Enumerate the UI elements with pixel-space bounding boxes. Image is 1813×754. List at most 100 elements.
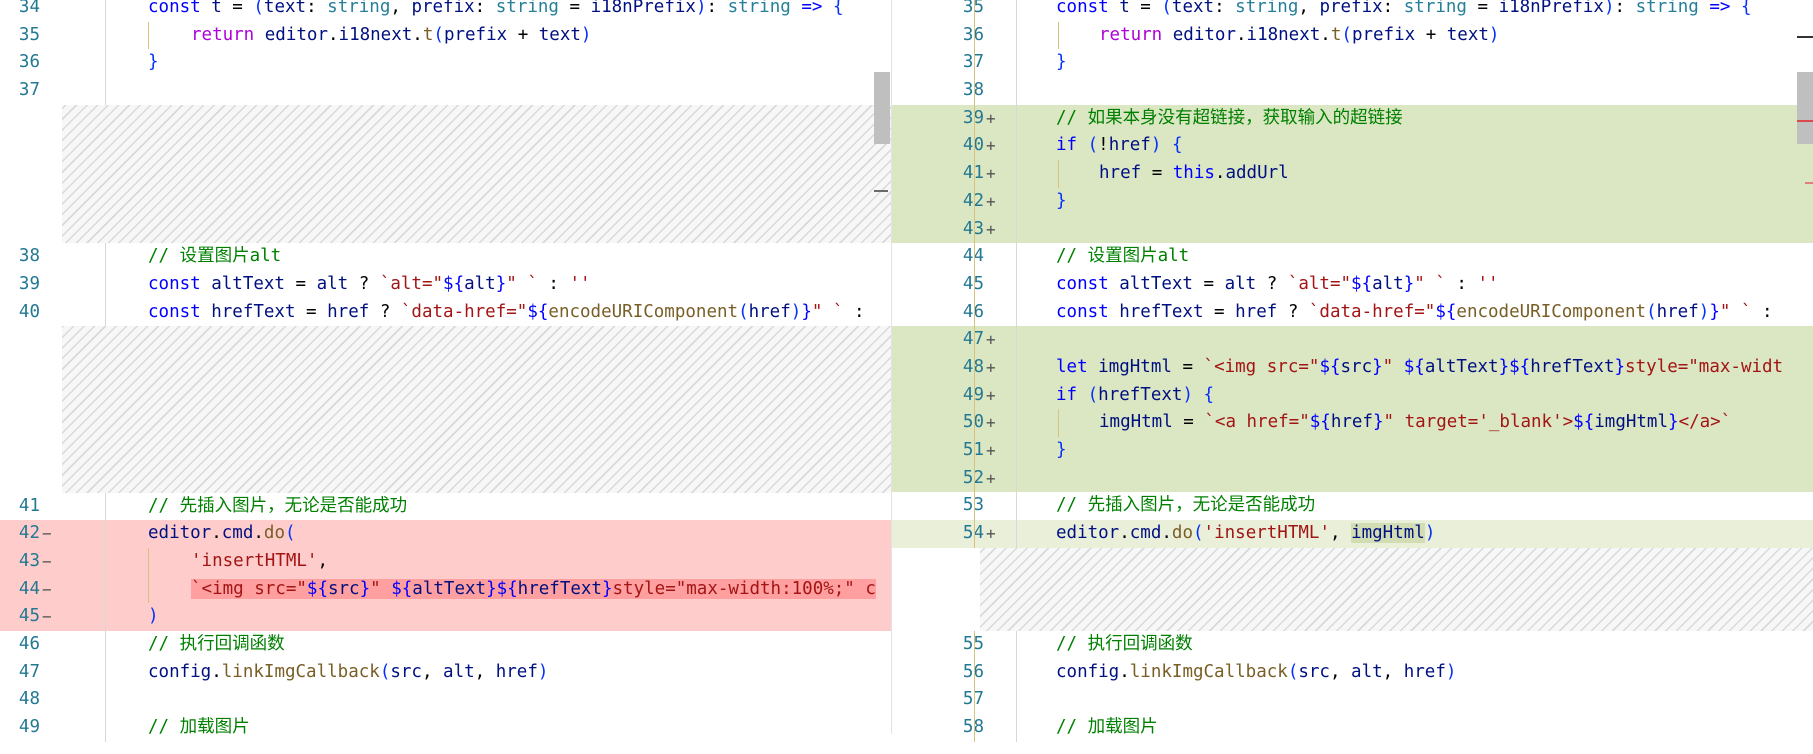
inserted-line[interactable]: 41+ href = this.addUrl [892,160,1813,188]
code-token: config [1056,661,1120,682]
code-line[interactable]: 37 [0,77,892,105]
code-token: , [421,661,444,682]
code-token: ${ [1403,356,1425,377]
code-line[interactable]: 36} [0,49,892,78]
code-token: style="max-width:100%;" c [612,578,876,599]
code-token: t [422,24,434,45]
inserted-line[interactable]: 39+ // 如果本身没有超链接，获取输入的超链接 [892,104,1813,133]
code-token: ? [348,273,380,294]
deleted-line[interactable]: 44− `<img src="${src}" ${altText}${hrefTe… [0,575,892,604]
code-token: const [148,0,212,17]
code-text: config.linkImgCallback(src, alt, href) [148,659,548,687]
code-text: return editor.i18next.t(prefix + text) [191,22,591,50]
code-token: : [1614,0,1636,17]
code-line[interactable]: 37} [892,49,1813,78]
code-token: '' [1477,273,1499,294]
deleted-line[interactable]: 43− 'insertHTML', [0,547,892,576]
indent-guide [1016,409,1017,437]
gutter-border [974,77,975,105]
inserted-line[interactable]: 40+ if (!href) { [892,132,1813,161]
code-token: const [148,273,212,294]
insertion-marker: + [986,164,996,184]
code-line[interactable]: 35 const t = (text: string, prefix: strin… [892,0,1813,22]
code-line[interactable]: 36return editor.i18next.t(prefix + text) [892,21,1813,50]
code-token: ) [1424,523,1436,544]
deleted-line[interactable]: 42− editor.cmd.do( [0,520,892,548]
code-text: // 加载图片 [148,714,250,742]
code-token: } [1614,356,1626,377]
code-token: href [748,301,791,322]
code-line[interactable]: 55 // 执行回调函数 [892,630,1813,659]
inserted-line[interactable]: 47+ [892,326,1813,354]
code-token: ( [1193,523,1204,544]
code-token: ? [369,301,401,322]
inserted-line[interactable]: 54+editor.cmd.do('insertHTML', imgHtml) [892,520,1813,548]
indent-guide [105,298,106,327]
code-token: hrefText [211,301,296,322]
deleted-line[interactable]: 45−) [0,603,892,631]
indent-guide [105,492,106,521]
code-token: alt [1351,661,1383,682]
indent-guide [105,0,106,22]
code-token: + [507,24,539,45]
inserted-line[interactable]: 42+} [892,187,1813,216]
code-token: . [1235,24,1247,45]
inserted-line[interactable]: 51+} [892,437,1813,465]
code-text: editor.cmd.do('insertHTML', imgHtml) [1056,520,1435,548]
code-line[interactable]: 57 [892,686,1813,714]
inserted-line[interactable]: 52+ [892,464,1813,493]
code-token: } [495,273,507,294]
code-line[interactable]: 46 // 执行回调函数 [0,630,892,659]
overview-ruler-mark [1797,36,1813,38]
inserted-line[interactable]: 48+let imgHtml = `<img src="${src}" ${al… [892,353,1813,382]
code-token: config [148,661,212,682]
code-line[interactable]: 34 const t = (text: string, prefix: strin… [0,0,892,22]
code-token: " ` [1719,301,1752,322]
modified-pane[interactable]: 35const t = (text: string, prefix: strin… [892,0,1813,754]
code-line[interactable]: 47 config.linkImgCallback(src, alt, href) [0,658,892,687]
code-token: " ` [506,273,538,294]
code-token: text [1171,0,1215,17]
code-token: , [390,0,412,17]
original-scrollbar-thumb[interactable] [874,72,890,144]
inserted-line[interactable]: 43+ [892,215,1813,244]
code-line[interactable]: 35 return editor.i18next.t(prefix + text) [0,21,892,50]
code-line[interactable]: 58 // 加载图片 [892,713,1813,742]
code-line[interactable]: 49 // 加载图片 [0,714,892,742]
code-line[interactable]: 53 // 先插入图片，无论是否能成功 [892,492,1813,521]
inserted-line[interactable]: 49+ if (hrefText) { [892,381,1813,410]
code-text: if (hrefText) { [1056,382,1214,410]
code-line[interactable]: 56 config.linkImgCallback(src, alt, href) [892,658,1813,687]
original-pane[interactable]: 34 const t = (text: string, prefix: strin… [0,0,892,754]
code-token: { [1203,384,1215,405]
insertion-marker: + [986,413,996,433]
code-line[interactable]: 38 [892,77,1813,105]
line-number: 40 [892,132,984,160]
code-line[interactable]: 39 const altText = alt ? `alt="${alt}" ` … [0,270,892,299]
code-token: = [1203,301,1236,322]
code-token: . [1119,661,1130,682]
code-token: href [495,661,538,682]
code-token: . [1119,523,1130,544]
modified-scrollbar-thumb[interactable] [1797,72,1813,144]
code-token: t [211,0,222,17]
gutter-border [974,132,975,161]
code-line[interactable]: 44 // 设置图片alt [892,243,1813,271]
code-line[interactable]: 41 // 先插入图片，无论是否能成功 [0,492,892,521]
inserted-line[interactable]: 50+imgHtml = `<a href="${href}" target='… [892,409,1813,437]
code-line[interactable]: 46 const hrefText = href ? `data-href="${… [892,298,1813,327]
code-token: hrefText [517,578,602,599]
code-line[interactable]: 48 [0,686,892,714]
code-text: return editor.i18next.t(prefix + text) [1099,22,1499,50]
line-number: 40 [18,301,40,322]
code-line[interactable]: 45 const altText = alt ? `alt="${alt}" ` … [892,270,1813,299]
indent-guide [1058,409,1059,437]
code-token: </a>` [1678,412,1732,433]
code-line[interactable]: 40 const hrefText = href ? `data-href="${… [0,298,892,327]
code-token: alt [443,661,475,682]
indent-guide [105,658,106,687]
code-token: : [1382,0,1404,17]
code-line[interactable]: 38 // 设置图片alt [0,243,892,271]
code-token: editor [1056,523,1120,544]
